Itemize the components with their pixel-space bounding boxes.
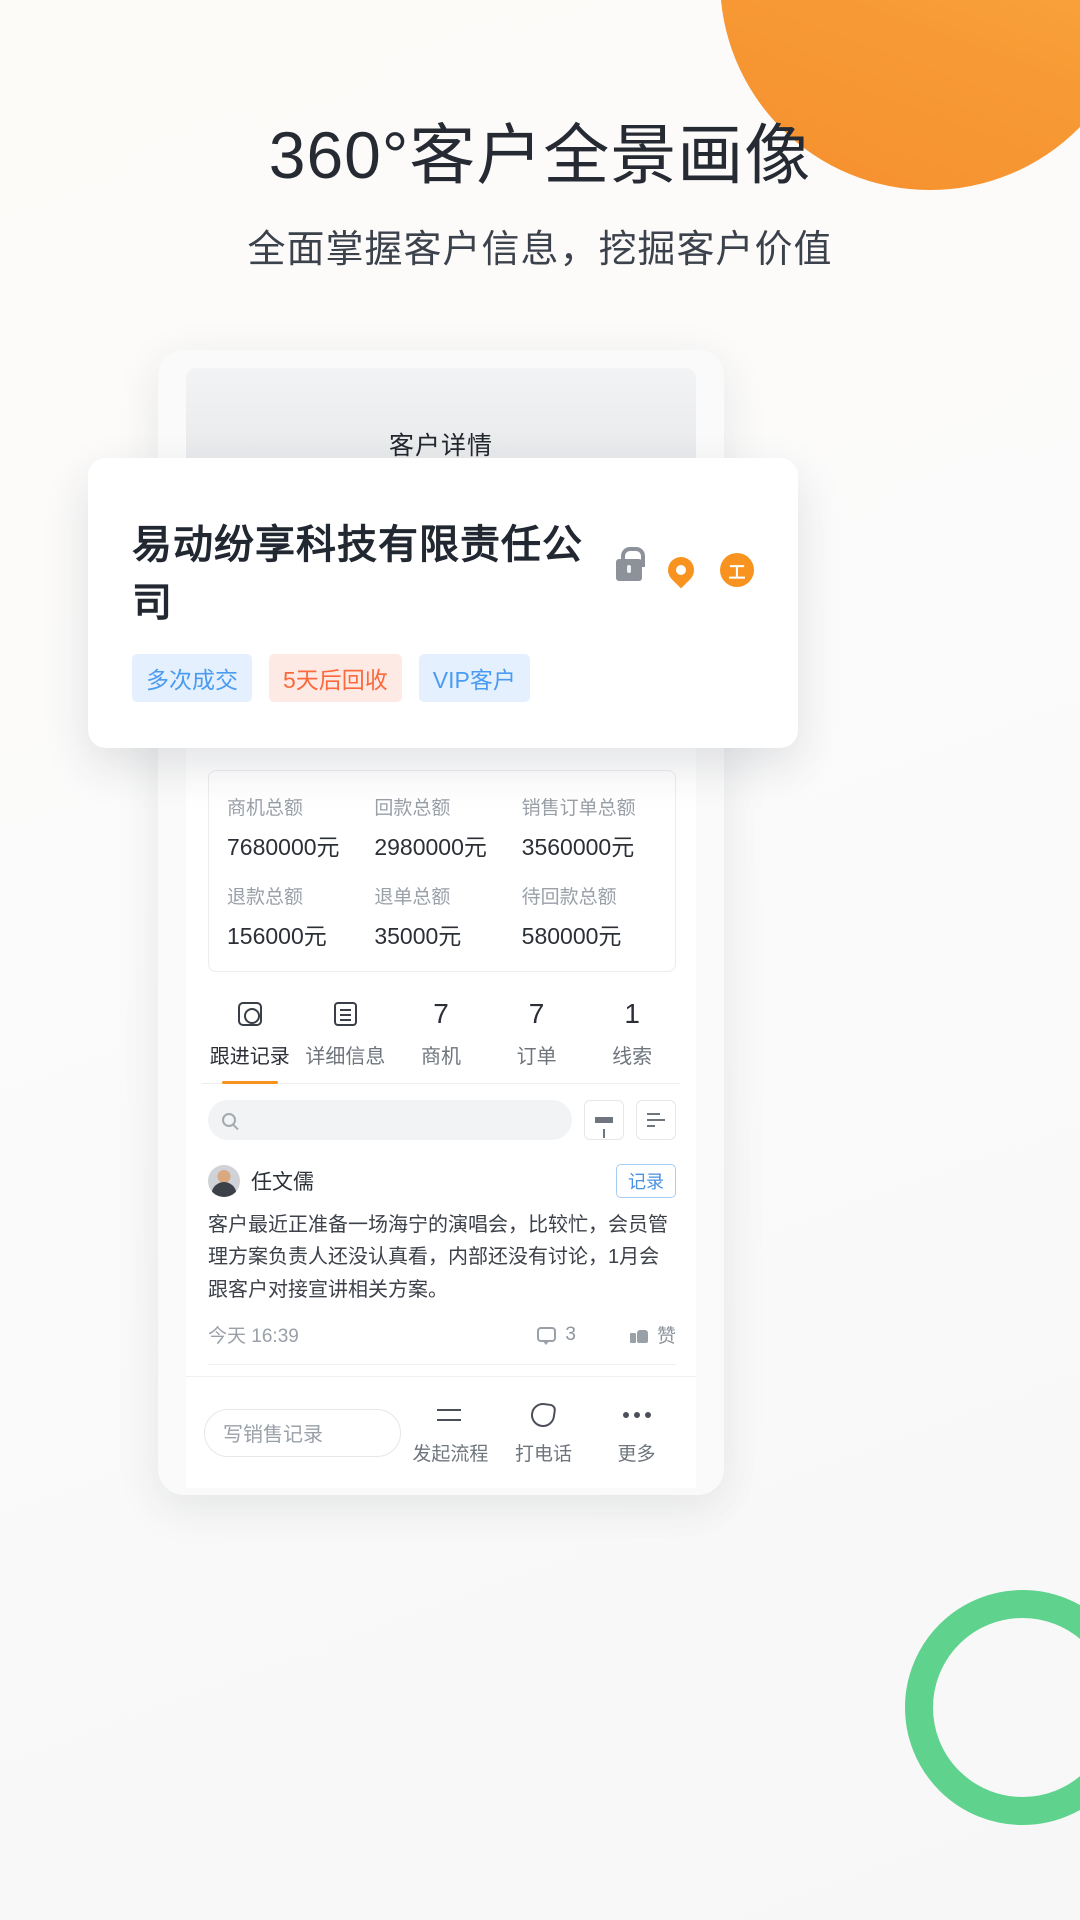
tab-opportunities[interactable]: 7 商机: [393, 986, 489, 1083]
company-name: 易动纷享科技有限责任公司: [132, 523, 583, 625]
list-detail-icon: [333, 1002, 357, 1026]
status-badge: 记录: [616, 1164, 676, 1198]
tab-label: 跟进记录: [209, 1046, 290, 1068]
feed-meta: 今天 16:39 3 赞: [208, 1321, 676, 1348]
tab-icon-slot: [202, 996, 298, 1032]
promo-page: 360°客户全景画像 全面掌握客户信息，挖掘客户价值 客户详情 团队 ♛ ›: [0, 0, 1080, 1920]
search-input[interactable]: [208, 1100, 572, 1140]
stat-item: 退款总额 156000元: [227, 882, 374, 951]
stat-item: 退单总额 35000元: [374, 882, 521, 951]
company-highlight-card: 易动纷享科技有限责任公司 工 多次成交 5天后回收 VIP客户: [88, 458, 798, 748]
feed-actions: 3 赞: [537, 1321, 676, 1348]
call-button[interactable]: 打电话: [500, 1400, 587, 1466]
lock-icon[interactable]: [616, 547, 645, 581]
search-icon: [222, 1113, 236, 1127]
stat-label: 商机总额: [227, 798, 304, 819]
stat-label: 销售订单总额: [521, 798, 636, 819]
funnel-icon: [595, 1117, 613, 1138]
tab-details[interactable]: 详细信息: [298, 986, 394, 1083]
tab-label: 商机: [420, 1046, 461, 1068]
stat-value: 35000元: [374, 923, 462, 949]
sort-icon: [647, 1113, 665, 1127]
write-record-input[interactable]: 写销售记录: [204, 1408, 401, 1457]
stats-grid: 商机总额 7680000元 回款总额 2980000元 销售订单总额 35600…: [227, 793, 669, 951]
industry-badge-icon[interactable]: 工: [720, 553, 754, 587]
avatar[interactable]: [208, 1165, 240, 1197]
location-pin-icon[interactable]: [662, 551, 700, 589]
stat-value: 580000元: [521, 923, 622, 949]
tab-count: 7: [528, 998, 545, 1029]
comment-icon: [537, 1327, 557, 1346]
stat-value: 3560000元: [521, 834, 635, 860]
stat-label: 退单总额: [374, 887, 451, 908]
stat-label: 退款总额: [227, 887, 304, 908]
like-label: 赞: [656, 1326, 676, 1348]
tab-leads[interactable]: 1 线索: [584, 986, 680, 1083]
clock-history-icon: [237, 1002, 262, 1026]
search-filter-row: [186, 1084, 696, 1150]
feed-timestamp: 今天 16:39: [208, 1326, 299, 1348]
list-item[interactable]: 任文儒 记录 客户最近正准备一场海宁的演唱会，比较忙，会员管理方案负责人还没认真…: [208, 1154, 676, 1366]
page-subtitle: 全面掌握客户信息，挖掘客户价值: [247, 228, 833, 271]
tab-label: 订单: [516, 1046, 557, 1068]
decorative-green-ring: [905, 1590, 1080, 1825]
stat-item: 待回款总额 580000元: [522, 882, 669, 951]
headline-block: 360°客户全景画像 全面掌握客户信息，挖掘客户价值: [0, 118, 1080, 273]
bottom-action-bar: 写销售记录 发起流程 打电话 更多: [186, 1376, 696, 1488]
stat-item: 商机总额 7680000元: [227, 793, 374, 862]
stats-card: 商机总额 7680000元 回款总额 2980000元 销售订单总额 35600…: [208, 770, 676, 972]
stat-value: 2980000元: [374, 834, 487, 860]
more-label: 更多: [617, 1443, 656, 1465]
write-record-placeholder: 写销售记录: [223, 1424, 323, 1446]
detail-tabs: 跟进记录 详细信息 7 商机 7 订单 1 线索: [202, 986, 680, 1084]
feed-body-text: 客户最近正准备一场海宁的演唱会，比较忙，会员管理方案负责人还没认真看，内部还没有…: [208, 1214, 668, 1301]
comment-count: 3: [565, 1323, 576, 1345]
company-title-row: 易动纷享科技有限责任公司 工: [132, 512, 754, 628]
stat-value: 156000元: [227, 923, 327, 949]
stat-item: 回款总额 2980000元: [374, 793, 521, 862]
start-flow-button[interactable]: 发起流程: [407, 1400, 494, 1466]
comment-action[interactable]: 3: [537, 1324, 576, 1346]
stat-label: 待回款总额: [521, 887, 617, 908]
stat-value: 7680000元: [227, 834, 340, 860]
more-icon: [593, 1400, 680, 1430]
tag-vip-customer: VIP客户: [418, 654, 530, 702]
nav-title: 客户详情: [388, 432, 493, 460]
page-title: 360°客户全景画像: [268, 118, 812, 192]
flow-icon: [407, 1400, 494, 1430]
tab-icon-slot: [298, 996, 394, 1032]
tab-follow-records[interactable]: 跟进记录: [202, 986, 298, 1083]
company-icon-group: 工: [616, 547, 754, 589]
tab-label: 详细信息: [305, 1046, 386, 1068]
tab-count: 7: [433, 998, 449, 1029]
filter-button[interactable]: [584, 1100, 624, 1140]
tag-repeat-deal: 多次成交: [132, 654, 252, 702]
company-tag-list: 多次成交 5天后回收 VIP客户: [132, 654, 754, 702]
tab-count: 1: [624, 998, 640, 1029]
like-action[interactable]: 赞: [629, 1321, 676, 1348]
phone-icon: [500, 1400, 587, 1430]
stat-label: 回款总额: [374, 798, 451, 819]
call-label: 打电话: [514, 1443, 572, 1465]
feed-author: 任文儒: [251, 1171, 314, 1194]
stat-item: 销售订单总额 3560000元: [522, 793, 669, 862]
tag-recycle-countdown: 5天后回收: [269, 654, 402, 702]
start-flow-label: 发起流程: [412, 1443, 489, 1465]
thumbs-up-icon: [629, 1327, 648, 1343]
tab-orders[interactable]: 7 订单: [489, 986, 585, 1083]
sort-button[interactable]: [636, 1100, 676, 1140]
more-button[interactable]: 更多: [593, 1400, 680, 1466]
feed-header: 任文儒 记录: [208, 1164, 676, 1198]
tab-label: 线索: [612, 1046, 653, 1068]
